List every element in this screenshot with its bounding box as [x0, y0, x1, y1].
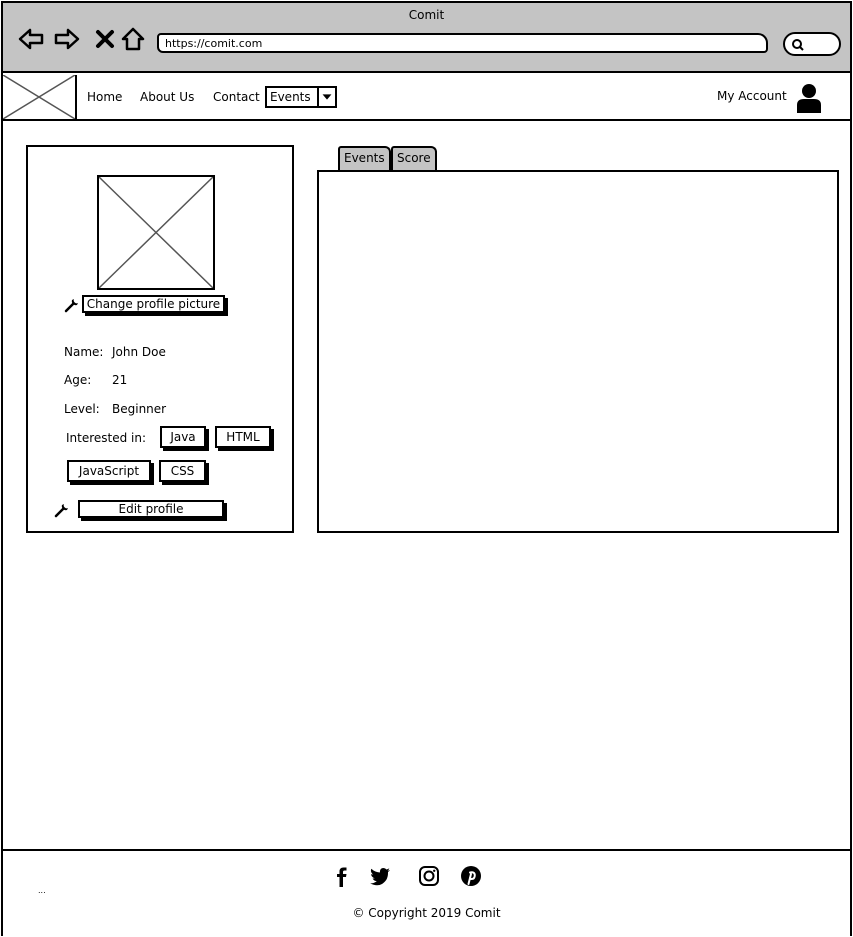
interest-tag-java[interactable]: Java	[160, 426, 206, 448]
close-icon[interactable]	[91, 25, 119, 53]
site-footer: ... © Copyright 2019 Comit	[3, 849, 850, 936]
chevron-down-icon[interactable]	[317, 88, 335, 106]
browser-chrome: Comit https://comit.com	[3, 3, 850, 73]
interest-tag-javascript[interactable]: JavaScript	[67, 460, 151, 482]
my-account-link[interactable]: My Account	[717, 89, 787, 103]
profile-card: Change profile picture Name: John Doe Ag…	[26, 145, 294, 533]
profile-field-name: Name: John Doe	[64, 345, 166, 359]
pinterest-icon[interactable]	[460, 865, 482, 887]
wrench-icon	[54, 502, 70, 518]
field-label: Name:	[64, 345, 104, 359]
nav-link-about-us[interactable]: About Us	[140, 90, 194, 104]
field-value: John Doe	[112, 345, 166, 359]
interest-tag-css[interactable]: CSS	[159, 460, 206, 482]
url-input[interactable]: https://comit.com	[157, 33, 768, 53]
tab-score[interactable]: Score	[391, 146, 437, 172]
profile-picture-placeholder	[97, 175, 215, 290]
instagram-icon[interactable]	[418, 865, 440, 887]
user-icon[interactable]	[796, 83, 822, 113]
forward-arrow-icon[interactable]	[53, 25, 81, 53]
twitter-icon[interactable]	[369, 865, 391, 887]
tab-events[interactable]: Events	[338, 146, 391, 172]
nav-link-home[interactable]: Home	[87, 90, 122, 104]
search-icon	[792, 39, 804, 51]
back-arrow-icon[interactable]	[17, 25, 45, 53]
tab-content-panel	[317, 170, 839, 533]
profile-field-level: Level: Beginner	[64, 402, 166, 416]
events-dropdown-value: Events	[270, 90, 311, 104]
field-label: Age:	[64, 373, 92, 387]
interests-label: Interested in:	[66, 431, 147, 445]
interest-tag-html[interactable]: HTML	[215, 426, 271, 448]
field-label: Level:	[64, 402, 100, 416]
footer-ellipsis: ...	[38, 886, 46, 895]
logo-placeholder[interactable]	[2, 74, 77, 120]
events-dropdown[interactable]: Events	[265, 86, 337, 108]
profile-field-age: Age: 21	[64, 373, 127, 387]
edit-profile-button[interactable]: Edit profile	[78, 500, 224, 518]
nav-link-contact[interactable]: Contact	[213, 90, 260, 104]
facebook-icon[interactable]	[330, 865, 352, 887]
home-icon[interactable]	[119, 25, 147, 53]
browser-window: Comit https://comit.com Home About Us Co…	[1, 1, 852, 936]
site-navbar: Home About Us Contact Events My Account	[2, 74, 850, 121]
change-profile-picture-button[interactable]: Change profile picture	[82, 295, 225, 313]
field-value: Beginner	[112, 402, 167, 416]
window-title: Comit	[408, 8, 445, 22]
browser-search-button[interactable]	[783, 32, 841, 56]
copyright-text: © Copyright 2019 Comit	[352, 906, 501, 920]
wrench-icon	[64, 297, 80, 313]
field-value: 21	[112, 373, 128, 387]
